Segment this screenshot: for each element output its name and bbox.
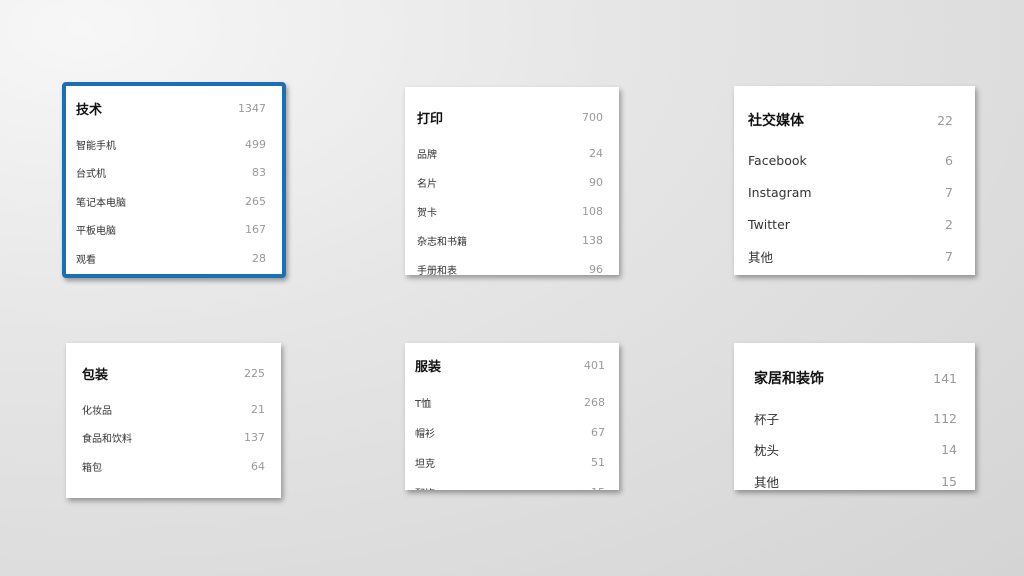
subcategory-item[interactable]: Instagram 7	[748, 182, 953, 202]
category-title: 包装	[82, 367, 109, 383]
subcategory-count: 499	[245, 137, 266, 151]
subcategory-item[interactable]: Facebook 6	[748, 150, 953, 170]
subcategory-item[interactable]: 贺卡 108	[417, 201, 603, 221]
subcategory-item[interactable]: 手册和表 96	[417, 259, 603, 276]
category-header: 服装 401	[415, 355, 605, 375]
subcategory-item[interactable]: 杂志和书籍 138	[417, 230, 603, 250]
subcategory-count: 21	[251, 402, 265, 416]
subcategory-label: 枕头	[754, 443, 780, 458]
subcategory-count: 67	[591, 425, 605, 439]
subcategory-item[interactable]: 笔记本电脑 265	[76, 191, 266, 211]
subcategory-label: 贺卡	[417, 207, 437, 219]
subcategory-item[interactable]: 配饰 15	[415, 482, 605, 491]
subcategory-item[interactable]: 品牌 24	[417, 143, 603, 163]
subcategory-item[interactable]: 化妆品 21	[82, 399, 265, 419]
category-total: 401	[584, 358, 605, 372]
category-header: 技术 1347	[76, 98, 266, 118]
subcategory-item[interactable]: 名片 90	[417, 172, 603, 192]
subcategory-label: 手册和表	[417, 265, 457, 276]
subcategory-item[interactable]: Twitter 2	[748, 214, 953, 234]
category-total: 141	[933, 370, 957, 386]
subcategory-label: Twitter	[748, 216, 790, 232]
category-card[interactable]: 技术 1347 智能手机 499 台式机 83 笔记本电脑 265 平板电脑 167 观看 28	[62, 82, 286, 278]
subcategory-count: 15	[941, 473, 957, 489]
category-card[interactable]: 打印 700 品牌 24 名片 90 贺卡 108 杂志和书籍 138 手册和表 96	[405, 87, 619, 275]
subcategory-item[interactable]: 食品和饮料 137	[82, 428, 265, 448]
subcategory-label: 配饰	[415, 485, 435, 491]
category-title: 服装	[415, 359, 442, 375]
subcategory-label: 智能手机	[76, 140, 116, 152]
subcategory-item[interactable]: 智能手机 499	[76, 134, 266, 154]
category-card[interactable]: 包装 225 化妆品 21 食品和饮料 137 箱包 64	[66, 343, 281, 498]
subcategory-item[interactable]: 枕头 14	[754, 440, 957, 460]
subcategory-item[interactable]: 其他 15	[754, 471, 957, 490]
subcategory-label: 化妆品	[82, 405, 112, 417]
category-header: 打印 700	[417, 107, 603, 127]
subcategory-item[interactable]: 观看 28	[76, 248, 266, 268]
subcategory-item[interactable]: 帽衫 67	[415, 422, 605, 442]
subcategory-count: 265	[245, 194, 266, 208]
subcategory-label: 笔记本电脑	[76, 197, 126, 209]
subcategory-count: 64	[251, 459, 265, 473]
category-title: 家居和装饰	[754, 371, 824, 387]
subcategory-label: 坦克	[415, 458, 435, 470]
subcategory-count: 7	[945, 184, 953, 200]
subcategory-label: 其他	[748, 249, 774, 265]
category-header: 社交媒体 22	[748, 110, 953, 130]
subcategory-item[interactable]: 箱包 64	[82, 456, 265, 476]
subcategory-item[interactable]: 台式机 83	[76, 163, 266, 183]
category-total: 700	[582, 110, 603, 124]
category-total: 22	[937, 112, 953, 128]
subcategory-label: 名片	[417, 178, 437, 190]
subcategory-label: Instagram	[748, 184, 812, 200]
subcategory-label: 观看	[76, 254, 96, 266]
subcategory-count: 90	[589, 175, 603, 189]
subcategory-count: 15	[591, 486, 605, 491]
subcategory-count: 2	[945, 216, 953, 232]
subcategory-count: 83	[252, 166, 266, 179]
category-card[interactable]: 服装 401 T恤 268 帽衫 67 坦克 51 配饰 15	[405, 343, 619, 490]
category-card[interactable]: 社交媒体 22 Facebook 6 Instagram 7 Twitter 2 其他 7	[734, 86, 975, 275]
category-header: 家居和装饰 141	[754, 368, 957, 388]
subcategory-label: 食品和饮料	[82, 434, 132, 445]
subcategory-label: 台式机	[76, 169, 106, 180]
subcategory-count: 112	[933, 410, 957, 426]
subcategory-label: 杯子	[754, 411, 780, 427]
subcategory-label: 其他	[754, 474, 780, 490]
subcategory-label: Facebook	[748, 152, 807, 168]
subcategory-count: 6	[945, 152, 953, 168]
category-title: 技术	[76, 102, 103, 118]
subcategory-count: 28	[252, 251, 266, 265]
category-total: 1347	[238, 101, 266, 115]
subcategory-count: 268	[584, 395, 605, 409]
subcategory-count: 96	[589, 262, 603, 276]
subcategory-label: T恤	[415, 398, 432, 410]
subcategory-count: 137	[244, 431, 265, 444]
subcategory-item[interactable]: 杯子 112	[754, 408, 957, 428]
subcategory-label: 帽衫	[415, 428, 435, 440]
category-card[interactable]: 家居和装饰 141 杯子 112 枕头 14 其他 15	[734, 343, 975, 490]
category-title: 社交媒体	[748, 113, 804, 129]
subcategory-item[interactable]: 坦克 51	[415, 452, 605, 472]
subcategory-label: 杂志和书籍	[417, 236, 467, 248]
category-title: 打印	[417, 111, 444, 127]
subcategory-item[interactable]: 其他 7	[748, 246, 953, 266]
subcategory-count: 51	[591, 455, 605, 469]
subcategory-count: 138	[582, 233, 603, 247]
subcategory-count: 7	[945, 248, 953, 264]
subcategory-item[interactable]: T恤 268	[415, 392, 605, 412]
subcategory-item[interactable]: 平板电脑 167	[76, 220, 266, 240]
subcategory-count: 108	[582, 204, 603, 218]
subcategory-count: 24	[589, 146, 603, 160]
subcategory-count: 167	[245, 223, 266, 236]
category-header: 包装 225	[82, 363, 265, 383]
subcategory-label: 平板电脑	[76, 226, 116, 237]
category-total: 225	[244, 366, 265, 380]
subcategory-label: 箱包	[82, 462, 102, 474]
subcategory-count: 14	[941, 442, 957, 457]
subcategory-label: 品牌	[417, 149, 437, 161]
